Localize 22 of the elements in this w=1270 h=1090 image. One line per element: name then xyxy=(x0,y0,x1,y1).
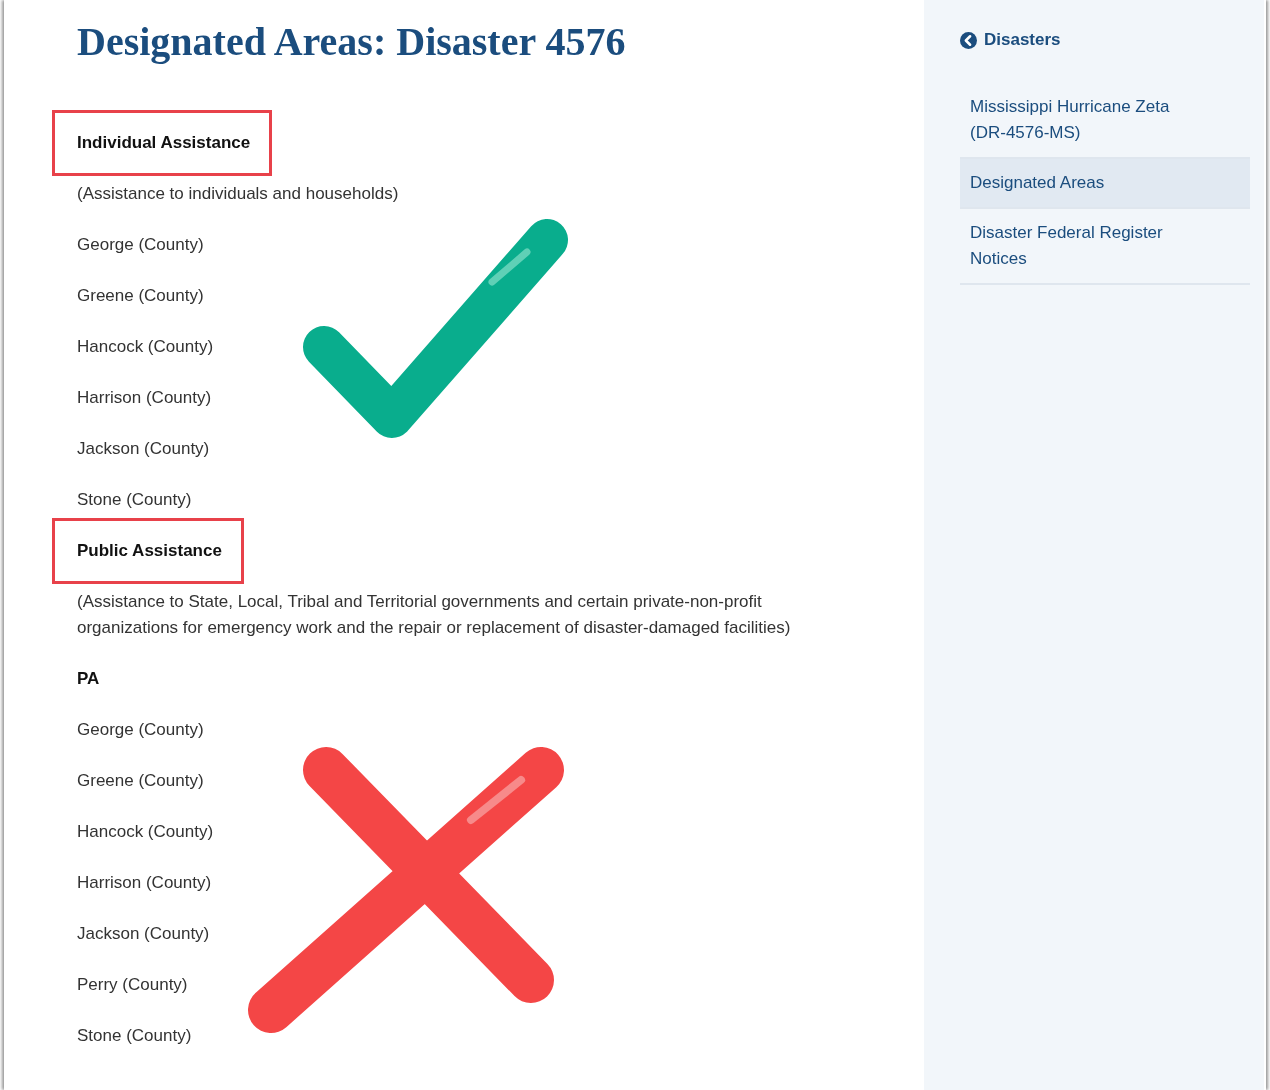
subheading: PA xyxy=(77,668,100,690)
area-name: Stone (County) xyxy=(77,1025,192,1047)
back-link[interactable]: Disasters xyxy=(960,30,1061,50)
nav-item[interactable]: Disaster Federal Register Notices xyxy=(960,208,1250,285)
area-name: George (County) xyxy=(77,719,204,741)
area-name: Jackson (County) xyxy=(77,438,210,460)
nav-item[interactable]: Designated Areas xyxy=(960,158,1250,209)
section-heading: Public Assistance xyxy=(77,540,222,562)
area-name: Greene (County) xyxy=(77,285,204,307)
area-name: Jackson (County) xyxy=(77,923,210,945)
area-name: Hancock (County) xyxy=(77,336,214,358)
section-heading: Individual Assistance xyxy=(77,132,251,154)
section-description: (Assistance to State, Local, Tribal and Territorial governments and certain private-non-profit organizations for emergency work and the repair or replacement of disaster-damaged facilities) xyxy=(77,591,792,639)
area-name: Hancock (County) xyxy=(77,821,214,843)
area-name: Harrison (County) xyxy=(77,387,212,409)
area-name: George (County) xyxy=(77,234,204,256)
area-name: Perry (County) xyxy=(77,974,188,996)
area-name: Greene (County) xyxy=(77,770,204,792)
page-title: Designated Areas: Disaster 4576 xyxy=(77,18,627,66)
area-name: Harrison (County) xyxy=(77,872,212,894)
area-name: Stone (County) xyxy=(77,489,192,511)
section-description: (Assistance to individuals and households) xyxy=(77,183,399,205)
